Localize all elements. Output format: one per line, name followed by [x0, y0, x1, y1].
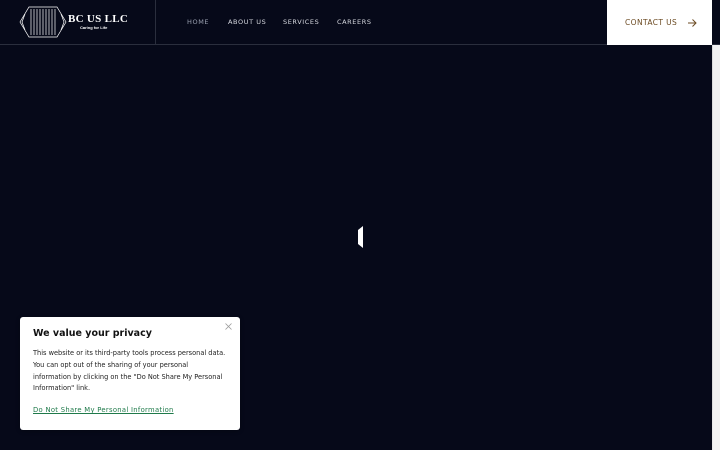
nav-item-careers[interactable]: CAREERS — [337, 18, 372, 26]
contact-us-label: CONTACT US — [625, 18, 678, 27]
do-not-share-link[interactable]: Do Not Share My Personal Information — [33, 406, 174, 414]
privacy-title: We value your privacy — [33, 328, 152, 339]
hexagon-lines-logo-icon — [19, 6, 67, 38]
nav-item-services[interactable]: SERVICES — [283, 18, 319, 26]
nav-item-about-us[interactable]: ABOUT US — [228, 18, 266, 26]
logo-area[interactable]: BC US LLC Caring for Life — [0, 0, 156, 45]
privacy-body: This website or its third-party tools pr… — [33, 349, 226, 393]
close-icon[interactable] — [225, 323, 232, 330]
nav-item-home[interactable]: HOME — [187, 18, 209, 26]
privacy-consent-dialog: We value your privacy This website or it… — [20, 317, 240, 430]
site-header: BC US LLC Caring for Life HOME ABOUT US … — [0, 0, 720, 45]
arrow-right-icon — [688, 18, 697, 27]
logo-name: BC US LLC — [68, 13, 129, 25]
contact-us-button[interactable]: CONTACT US — [607, 0, 712, 45]
page: BC US LLC Caring for Life HOME ABOUT US … — [0, 0, 720, 450]
logo-tagline: Caring for Life — [80, 25, 108, 30]
scrollbar-track — [712, 45, 713, 450]
recaptcha-badge-icon[interactable] — [712, 410, 720, 450]
page-scrollbar[interactable] — [712, 45, 720, 450]
loading-spinner-icon — [358, 226, 363, 248]
